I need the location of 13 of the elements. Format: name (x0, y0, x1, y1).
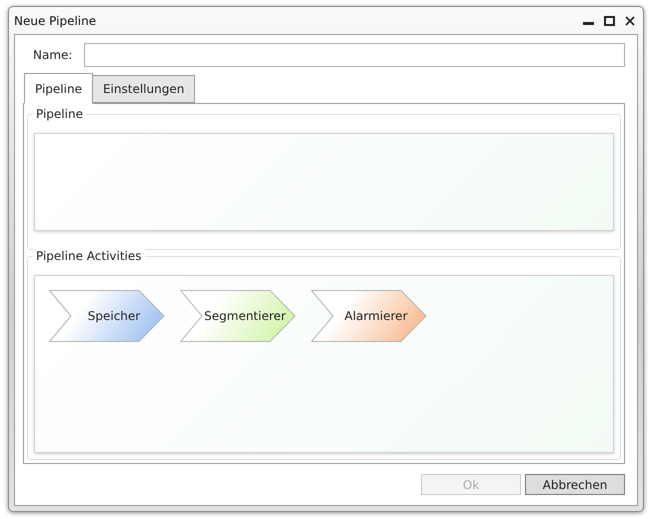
group-title: Pipeline (33, 107, 86, 121)
activity-block[interactable]: Alarmierer (311, 290, 427, 342)
group-title: Pipeline Activities (33, 249, 145, 263)
tab[interactable]: Einstellungen (92, 75, 196, 103)
maximize-icon[interactable] (604, 16, 615, 26)
close-icon[interactable] (625, 16, 635, 26)
activity-block[interactable]: Segmentierer (180, 290, 296, 342)
tab[interactable]: Pipeline (24, 73, 93, 104)
name-field[interactable] (84, 43, 625, 67)
window-title: Neue Pipeline (14, 14, 98, 28)
dialog-button[interactable]: Abbrechen (525, 474, 625, 495)
name-label: Name: (33, 48, 72, 62)
activity-block[interactable]: Speicher (49, 290, 165, 342)
